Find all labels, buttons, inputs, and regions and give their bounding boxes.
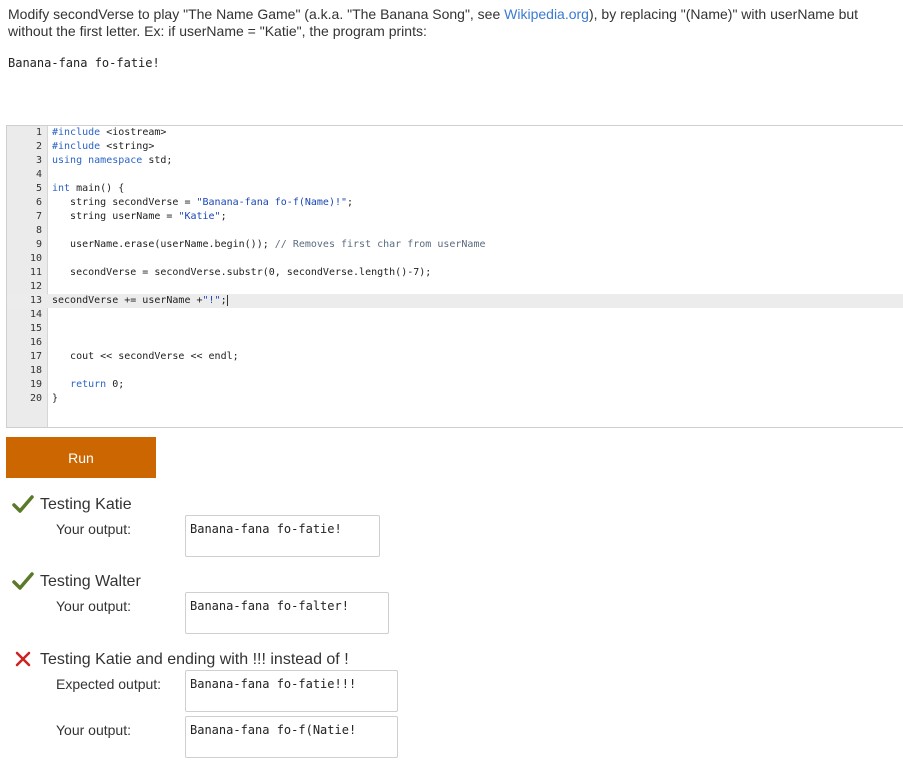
line-number: 17 <box>29 351 42 362</box>
line-number: 5 <box>35 183 42 194</box>
your-output-label: Your output: <box>56 598 131 614</box>
code-text[interactable]: #include <iostream> <box>52 126 166 140</box>
line-number: 14 <box>29 309 42 320</box>
line-number: 15 <box>29 323 42 334</box>
code-text[interactable]: return 0; <box>52 378 124 392</box>
code-line[interactable]: 12 <box>7 280 903 294</box>
expected-output-label: Expected output: <box>56 676 162 692</box>
check-icon <box>12 495 34 513</box>
x-mark-icon <box>15 651 31 667</box>
line-number: 10 <box>29 253 42 264</box>
line-number: 6 <box>35 197 42 208</box>
code-line[interactable]: 19 return 0; <box>7 378 903 392</box>
test-title: Testing Katie and ending with !!! instea… <box>40 651 349 668</box>
code-line[interactable]: 14 <box>7 308 903 322</box>
test-title: Testing Walter <box>40 573 141 590</box>
code-text[interactable]: secondVerse += userName +"!"; <box>52 294 228 308</box>
code-line[interactable]: 8 <box>7 224 903 238</box>
code-editor[interactable]: 1 #include <iostream> 2 #include <string> 3 u… <box>6 125 903 428</box>
code-lines[interactable]: 1 #include <iostream> 2 #include <string> 3 u… <box>7 126 903 406</box>
line-number: 16 <box>29 337 42 348</box>
code-line[interactable]: 5 int main() { <box>7 182 903 196</box>
text-caret <box>226 294 228 306</box>
prompt-text: to play "The Name Game" (a.k.a. "The Ban… <box>134 6 505 22</box>
code-text[interactable]: } <box>52 392 58 406</box>
code-line[interactable]: 6 string secondVerse = "Banana-fana fo-f… <box>7 196 903 210</box>
code-line[interactable]: 1 #include <iostream> <box>7 126 903 140</box>
prompt-identifier: secondVerse <box>53 6 135 22</box>
code-text[interactable]: using namespace std; <box>52 154 172 168</box>
code-line[interactable]: 4 <box>7 168 903 182</box>
code-text[interactable]: string secondVerse = "Banana-fana fo-f(N… <box>52 196 353 210</box>
run-button[interactable]: Run <box>6 437 156 478</box>
line-number: 11 <box>29 267 42 278</box>
prompt-text: Modify <box>8 6 54 22</box>
prompt-text: = "Katie", the program prints: <box>243 23 427 39</box>
code-line[interactable]: 20} <box>7 392 903 406</box>
problem-statement: Modify secondVerse to play "The Name Gam… <box>8 6 898 40</box>
line-number: 2 <box>35 141 42 152</box>
test-title: Testing Katie <box>40 496 132 513</box>
code-text[interactable]: string userName = "Katie"; <box>52 210 227 224</box>
line-number: 4 <box>35 169 42 180</box>
code-line[interactable]: 18 <box>7 364 903 378</box>
code-line[interactable]: 15 <box>7 322 903 336</box>
code-line[interactable]: 13 secondVerse += userName +"!"; <box>7 294 903 308</box>
prompt-identifier: userName <box>770 6 835 22</box>
code-line[interactable]: 7 string userName = "Katie"; <box>7 210 903 224</box>
line-number: 19 <box>29 379 42 390</box>
line-number: 7 <box>35 211 42 222</box>
code-line[interactable]: 11 secondVerse = secondVerse.substr(0, s… <box>7 266 903 280</box>
line-number: 12 <box>29 281 42 292</box>
code-line[interactable]: 9 userName.erase(userName.begin()); // R… <box>7 238 903 252</box>
line-number: 3 <box>35 155 42 166</box>
code-line[interactable]: 17 cout << secondVerse << endl; <box>7 350 903 364</box>
prompt-text: ), by replacing "(Name)" with <box>588 6 771 22</box>
line-number: 1 <box>35 127 42 138</box>
line-number: 9 <box>35 239 42 250</box>
code-text[interactable]: cout << secondVerse << endl; <box>52 350 239 364</box>
code-line[interactable]: 3 using namespace std; <box>7 154 903 168</box>
code-text[interactable]: userName.erase(userName.begin()); // Rem… <box>52 238 485 252</box>
check-icon <box>12 572 34 590</box>
your-output-box: Banana-fana fo-falter! <box>185 592 389 634</box>
code-line[interactable]: 2 #include <string> <box>7 140 903 154</box>
code-text[interactable]: int main() { <box>52 182 124 196</box>
example-output: Banana-fana fo-fatie! <box>8 56 160 70</box>
prompt-identifier: userName <box>179 23 244 39</box>
your-output-box: Banana-fana fo-f(Natie! <box>185 716 398 758</box>
code-text[interactable]: #include <string> <box>52 140 154 154</box>
code-text[interactable]: secondVerse = secondVerse.substr(0, seco… <box>52 266 431 280</box>
code-line[interactable]: 10 <box>7 252 903 266</box>
line-number: 20 <box>29 393 42 404</box>
line-number: 13 <box>29 295 42 306</box>
expected-output-box: Banana-fana fo-fatie!!! <box>185 670 398 712</box>
your-output-box: Banana-fana fo-fatie! <box>185 515 380 557</box>
your-output-label: Your output: <box>56 521 131 537</box>
your-output-label: Your output: <box>56 722 131 738</box>
wikipedia-link[interactable]: Wikipedia.org <box>504 6 589 22</box>
line-number: 8 <box>35 225 42 236</box>
line-number: 18 <box>29 365 42 376</box>
code-line[interactable]: 16 <box>7 336 903 350</box>
